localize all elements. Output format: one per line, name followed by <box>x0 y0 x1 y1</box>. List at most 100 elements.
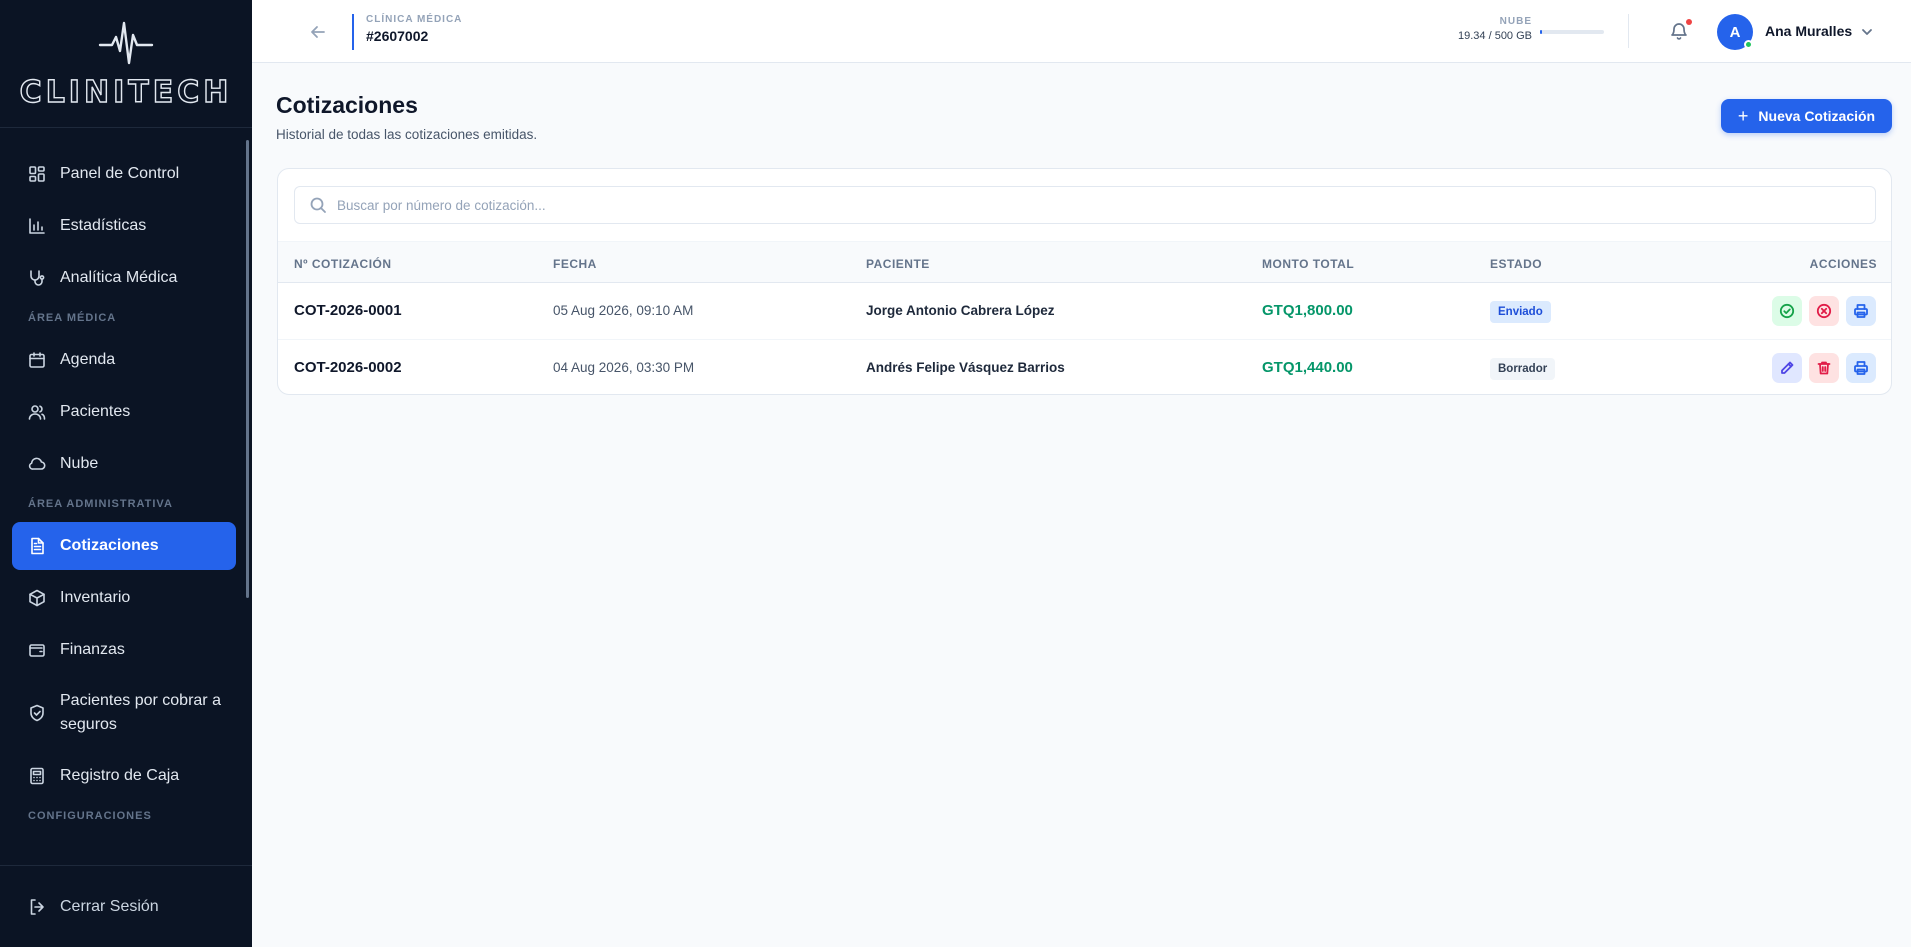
clinic-id: #2607002 <box>366 28 429 44</box>
wallet-icon <box>28 641 46 659</box>
edit-button[interactable] <box>1772 353 1802 383</box>
logout-label: Cerrar Sesión <box>60 897 159 915</box>
section-title-medica: ÁREA MÉDICA <box>28 312 117 324</box>
new-quote-label: Nueva Cotización <box>1758 108 1876 124</box>
notification-badge <box>1686 19 1692 25</box>
sidebar-item-registro-de-caja[interactable]: Registro de Caja <box>12 752 236 800</box>
search-icon <box>310 197 326 213</box>
arrow-left-icon <box>311 26 325 38</box>
heartbeat-logo-icon <box>98 21 154 65</box>
section-title-configuraciones: CONFIGURACIONES <box>28 810 152 822</box>
pencil-icon <box>1781 361 1794 374</box>
quote-date: 04 Aug 2026, 03:30 PM <box>553 360 695 375</box>
plus-icon: + <box>1737 106 1749 126</box>
table-header: Nº COTIZACIÓN FECHA PACIENTE MONTO TOTAL… <box>278 241 1891 283</box>
search-box <box>294 186 1876 224</box>
quote-date: 05 Aug 2026, 09:10 AM <box>553 303 694 318</box>
document-icon <box>28 537 46 555</box>
calculator-icon <box>28 767 46 785</box>
quote-amount: GTQ1,800.00 <box>1262 302 1353 319</box>
stethoscope-icon <box>28 269 46 287</box>
storage-info: NUBE 19.34 / 500 GB <box>1422 16 1532 42</box>
sidebar-item-finanzas[interactable]: Finanzas <box>12 626 236 674</box>
delete-button[interactable] <box>1809 353 1839 383</box>
top-header: CLÍNICA MÉDICA #2607002 NUBE 19.34 / 500… <box>252 0 1911 63</box>
sidebar-item-label: Estadísticas <box>60 217 147 234</box>
sidebar-item-label: Inventario <box>60 589 131 606</box>
sidebar-item-label: Analítica Médica <box>60 269 178 286</box>
bar-chart-icon <box>28 217 46 235</box>
storage-progress-bar <box>1540 30 1604 34</box>
logout-button[interactable]: Cerrar Sesión <box>0 865 252 947</box>
logout-icon <box>28 898 46 916</box>
sidebar-item-label: Nube <box>60 455 99 472</box>
sidebar-item-label: Finanzas <box>60 641 125 658</box>
back-button[interactable] <box>308 22 328 42</box>
box-icon <box>28 589 46 607</box>
dashboard-icon <box>28 165 46 183</box>
cancel-quote-button[interactable] <box>1809 296 1839 326</box>
cloud-icon <box>28 455 46 473</box>
approve-button[interactable] <box>1772 296 1802 326</box>
sidebar-item-panel-de-control[interactable]: Panel de Control <box>12 150 236 198</box>
sidebar-item-nube[interactable]: Nube <box>12 440 236 488</box>
table-row[interactable]: COT-2026-0001 05 Aug 2026, 09:10 AM Jorg… <box>278 283 1891 340</box>
sidebar-item-analitica-medica[interactable]: Analítica Médica <box>12 254 236 302</box>
column-header-number: Nº COTIZACIÓN <box>294 257 392 271</box>
page-title: Cotizaciones <box>276 92 418 118</box>
clinic-label: CLÍNICA MÉDICA <box>366 14 463 25</box>
quote-patient: Andrés Felipe Vásquez Barrios <box>866 360 1065 375</box>
sidebar-item-label: Pacientes por cobrar a seguros <box>60 692 221 733</box>
quotes-table-card: Nº COTIZACIÓN FECHA PACIENTE MONTO TOTAL… <box>277 168 1892 395</box>
sidebar-item-estadisticas[interactable]: Estadísticas <box>12 202 236 250</box>
sidebar-item-inventario[interactable]: Inventario <box>12 574 236 622</box>
sidebar-item-label: Pacientes <box>60 403 131 420</box>
storage-progress-fill <box>1540 30 1543 34</box>
section-title-administrativa: ÁREA ADMINISTRATIVA <box>28 498 173 510</box>
quote-number: COT-2026-0002 <box>294 359 402 376</box>
check-circle-icon <box>1779 303 1795 319</box>
brand-name: CLINITECH <box>19 74 233 110</box>
shield-icon <box>28 704 46 722</box>
status-badge: Borrador <box>1490 358 1556 380</box>
quote-number: COT-2026-0001 <box>294 302 402 319</box>
user-name[interactable]: Ana Muralles <box>1765 23 1852 39</box>
printer-icon <box>1854 361 1868 375</box>
storage-label: NUBE <box>1499 16 1532 27</box>
sidebar: CLINITECH Panel de Control Estadísticas … <box>0 0 252 947</box>
sidebar-item-agenda[interactable]: Agenda <box>12 336 236 384</box>
sidebar-item-label: Cotizaciones <box>60 537 159 554</box>
users-icon <box>28 403 46 421</box>
user-menu-toggle[interactable] <box>1860 25 1874 39</box>
sidebar-nav: Panel de Control Estadísticas Analítica … <box>0 128 252 865</box>
x-circle-icon <box>1816 303 1832 319</box>
trash-icon <box>1817 361 1831 375</box>
quote-patient: Jorge Antonio Cabrera López <box>866 303 1055 318</box>
header-divider <box>1628 14 1629 48</box>
column-header-patient: PACIENTE <box>866 257 930 271</box>
sidebar-item-pacientes[interactable]: Pacientes <box>12 388 236 436</box>
calendar-icon <box>28 351 46 369</box>
sidebar-item-label: Panel de Control <box>60 165 180 182</box>
sidebar-item-label: Registro de Caja <box>60 767 180 784</box>
print-button[interactable] <box>1846 296 1876 326</box>
logo[interactable]: CLINITECH <box>0 0 252 128</box>
storage-value: 19.34 / 500 GB <box>1458 30 1532 42</box>
sidebar-item-pacientes-por-cobrar[interactable]: Pacientes por cobrar a seguros <box>12 682 236 744</box>
new-quote-button[interactable]: + Nueva Cotización <box>1721 99 1892 133</box>
sidebar-scrollbar[interactable] <box>246 140 249 598</box>
search-input[interactable] <box>337 197 1837 213</box>
clinic-info: CLÍNICA MÉDICA #2607002 <box>352 14 462 50</box>
quote-amount: GTQ1,440.00 <box>1262 359 1353 376</box>
sidebar-item-label: Agenda <box>60 351 116 368</box>
printer-icon <box>1854 304 1868 318</box>
column-header-amount: MONTO TOTAL <box>1262 257 1355 271</box>
sidebar-item-cotizaciones[interactable]: Cotizaciones <box>12 522 236 570</box>
status-badge: Enviado <box>1490 301 1551 323</box>
column-header-status: ESTADO <box>1490 257 1543 271</box>
page-subtitle: Historial de todas las cotizaciones emit… <box>276 127 538 142</box>
table-row[interactable]: COT-2026-0002 04 Aug 2026, 03:30 PM Andr… <box>278 340 1891 394</box>
online-status-dot <box>1744 40 1753 49</box>
column-header-date: FECHA <box>553 257 597 271</box>
print-button[interactable] <box>1846 353 1876 383</box>
